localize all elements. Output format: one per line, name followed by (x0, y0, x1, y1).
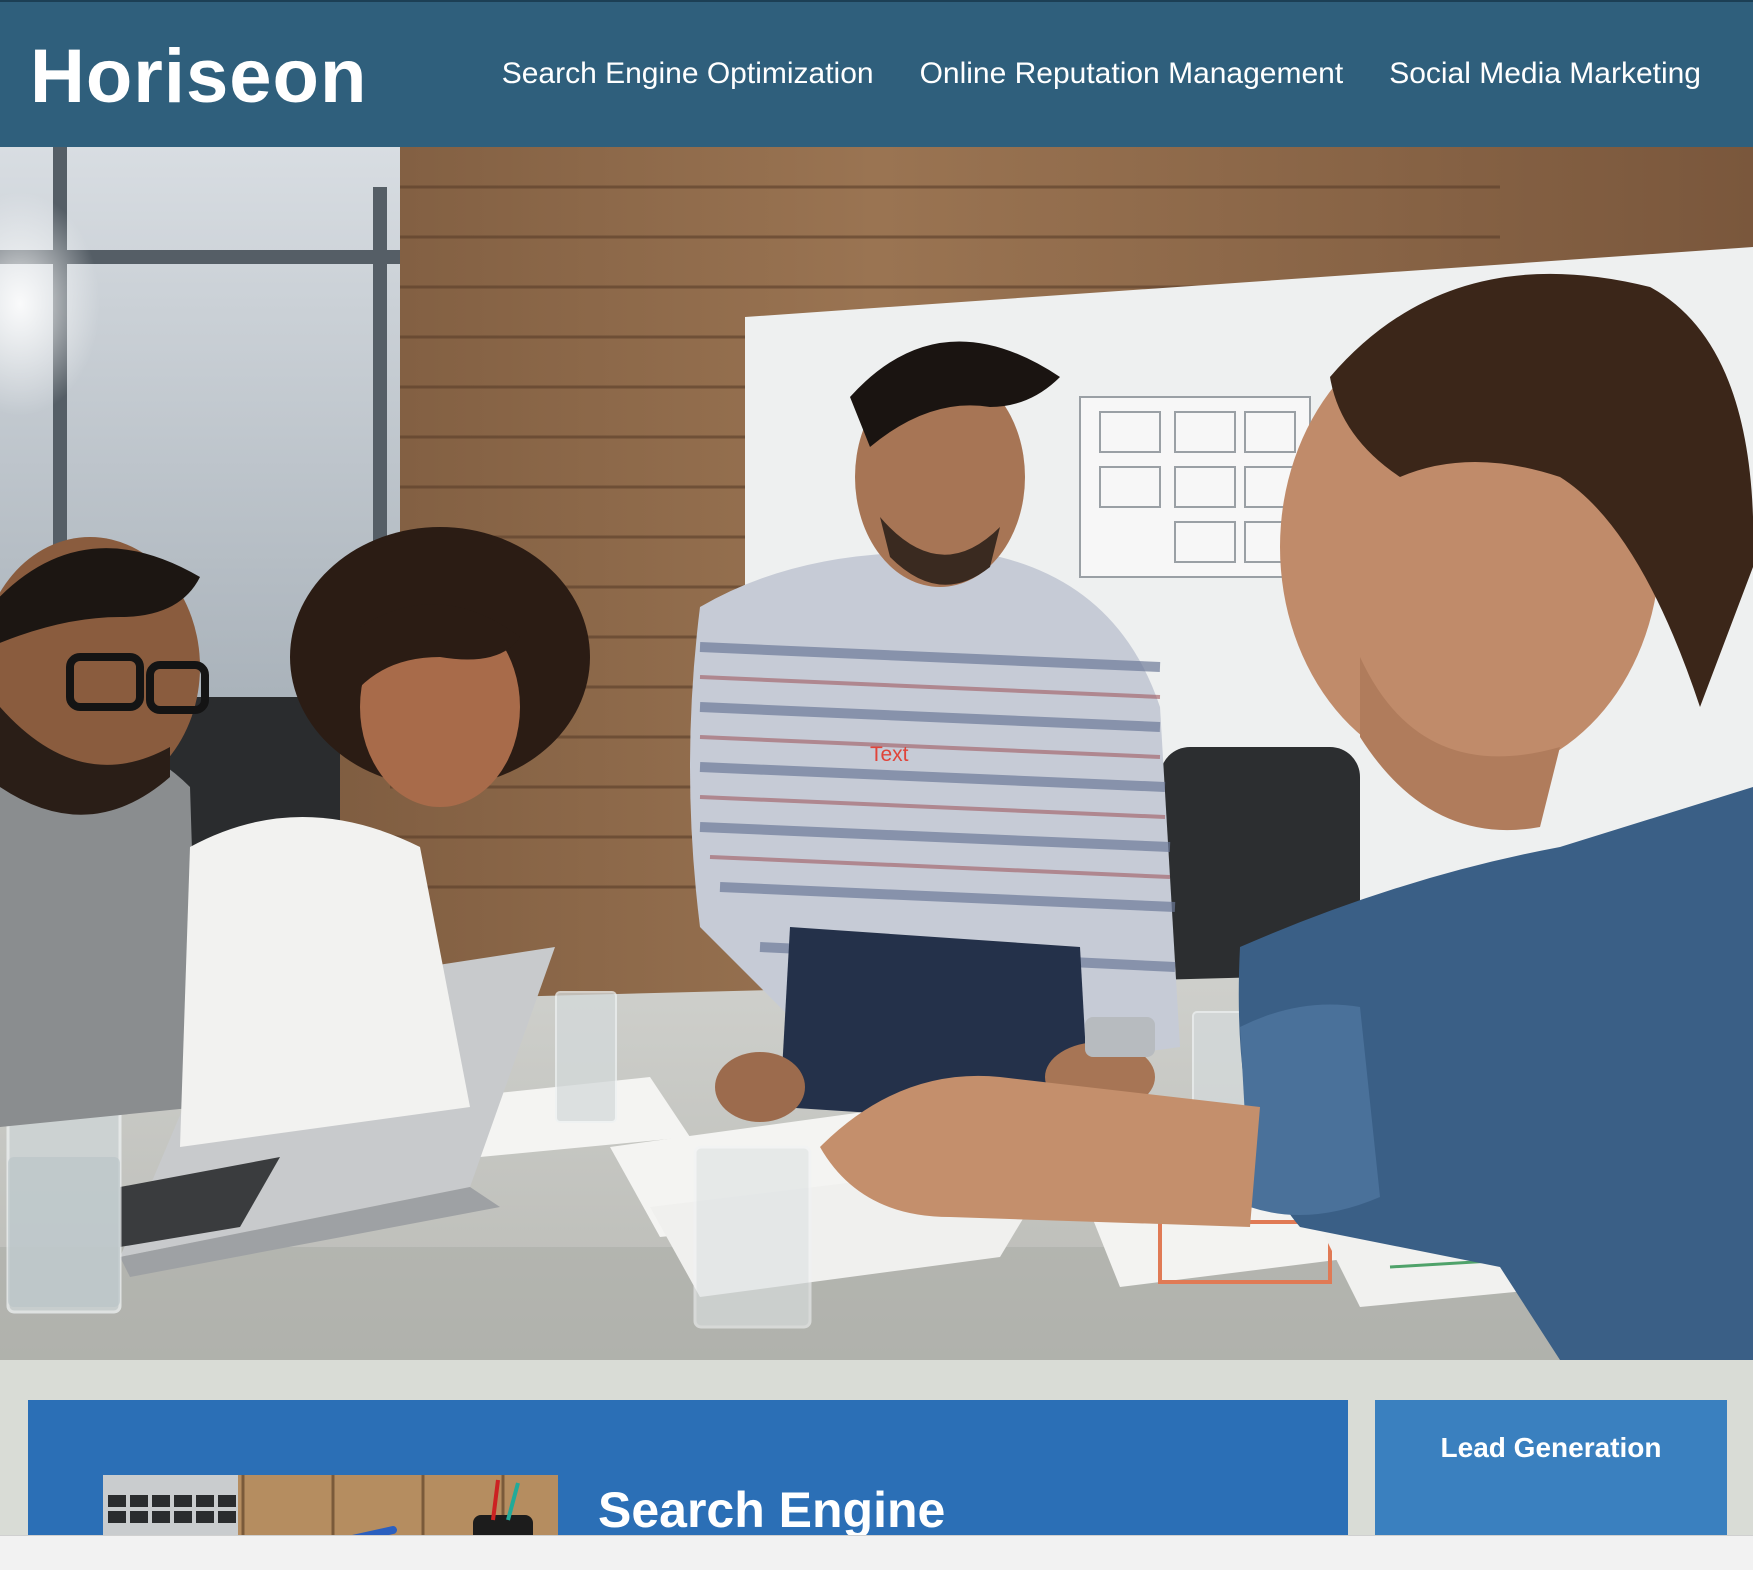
hero-image: Text (0, 147, 1753, 1360)
side-card-title: Lead Generation (1440, 1432, 1662, 1463)
nav-link-seo[interactable]: Search Engine Optimization (502, 54, 874, 94)
site-logo[interactable]: Horiseon (30, 32, 367, 122)
content-section: Search Engine Lead Generation (0, 1360, 1753, 1535)
browser-bottom-strip (0, 1535, 1753, 1570)
lead-generation-card: Lead Generation (1375, 1400, 1727, 1535)
search-engine-card: Search Engine (28, 1400, 1348, 1535)
hero-overlay-text: Text (870, 743, 909, 766)
nav-link-social[interactable]: Social Media Marketing (1389, 54, 1701, 94)
card-title: Search Engine (598, 1482, 946, 1535)
nav-link-reputation[interactable]: Online Reputation Management (920, 54, 1344, 94)
site-header: Horiseon Search Engine Optimization Onli… (0, 0, 1753, 147)
main-nav: Search Engine Optimization Online Reputa… (502, 54, 1701, 94)
card-image-workspace (103, 1475, 558, 1535)
